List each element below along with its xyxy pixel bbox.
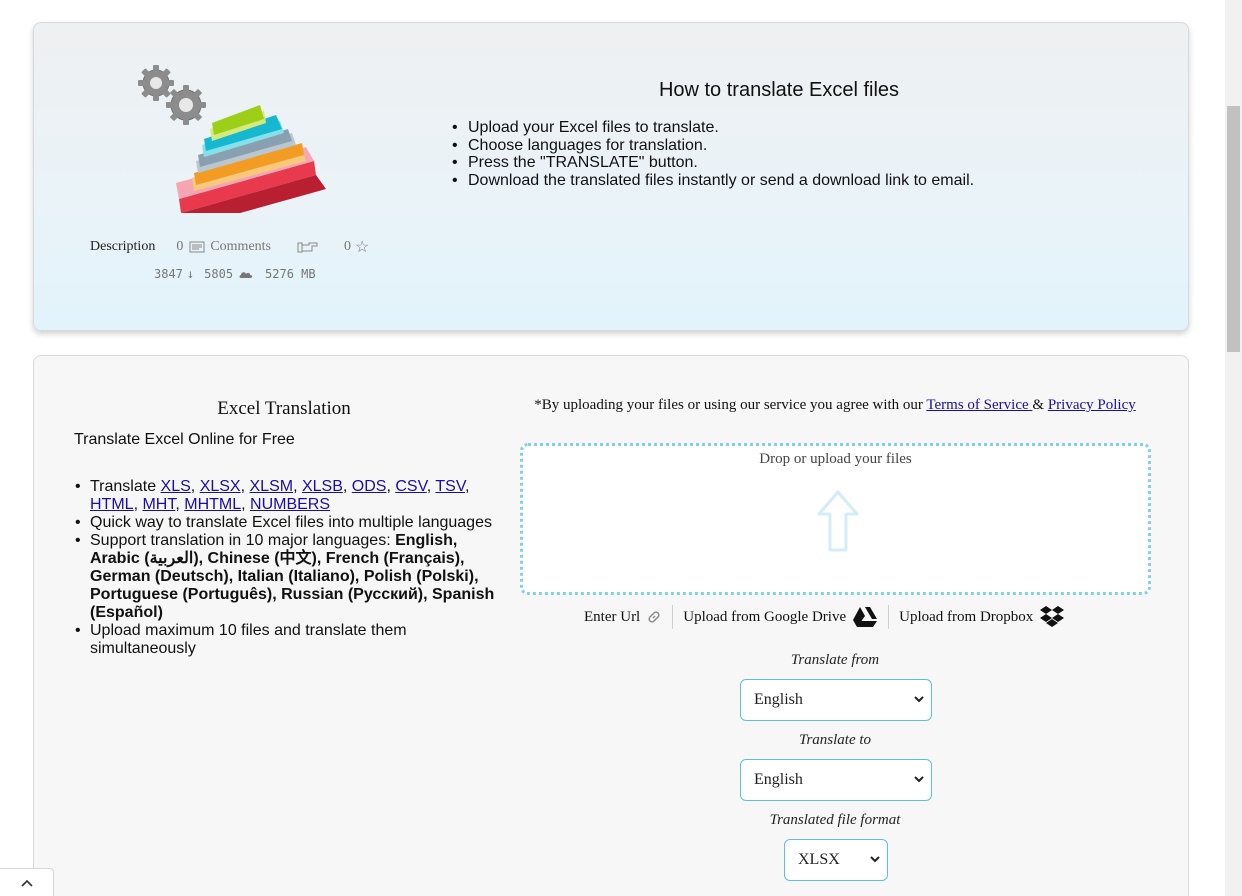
star-icon[interactable]: ☆ [355, 237, 369, 257]
feature-quick: Quick way to translate Excel files into … [74, 514, 499, 532]
format-link-xlsx[interactable]: XLSX [200, 478, 241, 495]
agreement-prefix: *By uploading your files or using our se… [534, 397, 927, 413]
upload-arrow-icon [817, 490, 859, 552]
cloud-icon [239, 271, 253, 278]
app-meta-row: Description 0 Comments 0 ☆ [90, 237, 369, 257]
dropbox-button[interactable]: Upload from Dropbox [889, 605, 1075, 629]
google-drive-icon [853, 607, 878, 627]
chevron-down-icon [870, 856, 880, 863]
how-to-step: Download the translated files instantly … [451, 172, 974, 190]
dropbox-label: Upload from Dropbox [899, 608, 1034, 625]
how-to-step: Upload your Excel files to translate. [451, 119, 974, 137]
translator-card: Excel Translation Translate Excel Online… [33, 355, 1189, 896]
translate-from-value: English [754, 691, 803, 708]
translate-from-label: Translate from [790, 652, 880, 668]
format-link-xlsb[interactable]: XLSB [302, 478, 343, 495]
translate-to-value: English [754, 771, 803, 788]
format-link-mht[interactable]: MHT [142, 496, 175, 513]
privacy-policy-link[interactable]: Privacy Policy [1048, 397, 1136, 413]
agreement-amp: & [1032, 397, 1048, 413]
how-to-card: How to translate Excel files Upload your… [33, 22, 1189, 331]
feature-upload-limit: Upload maximum 10 files and translate th… [74, 622, 499, 658]
file-format-value: XLSX [798, 851, 840, 868]
upload-sources: Enter Url Upload from Google Drive Uploa… [574, 604, 1075, 630]
download-arrow-icon: ↓ [186, 267, 195, 281]
agreement-text: *By uploading your files or using our se… [532, 396, 1138, 414]
translate-from-select[interactable]: English [740, 679, 932, 721]
scrollbar-thumb[interactable] [1227, 106, 1240, 352]
file-format-label: Translated file format [769, 812, 901, 828]
feature-list: Translate XLS, XLSX, XLSM, XLSB, ODS, CS… [74, 478, 499, 658]
terms-of-service-link[interactable]: Terms of Service [926, 397, 1032, 413]
dropzone-label: Drop or upload your files [759, 451, 912, 467]
downloads-count: 3847 [154, 267, 183, 281]
translate-to-label: Translate to [798, 732, 872, 748]
comments-link[interactable]: Comments [210, 239, 271, 255]
comment-icon [189, 241, 205, 253]
google-drive-label: Upload from Google Drive [683, 608, 847, 625]
format-link-csv[interactable]: CSV [395, 478, 426, 495]
scroll-up-tab[interactable] [0, 868, 54, 896]
how-to-step: Choose languages for translation. [451, 137, 974, 155]
description-link[interactable]: Description [90, 239, 155, 255]
app-stats-row: 3847 ↓ 5805 5276 MB [154, 267, 316, 281]
formats-prefix: Translate [90, 478, 161, 495]
tool-subtitle: Translate Excel Online for Free [74, 431, 295, 448]
tool-title: Excel Translation [217, 398, 351, 419]
format-link-ods[interactable]: ODS [352, 478, 387, 495]
feature-languages: Support translation in 10 major language… [74, 532, 499, 622]
chevron-up-icon [20, 879, 33, 887]
uploads-count: 5805 [204, 267, 234, 281]
link-icon [648, 611, 660, 623]
google-drive-button[interactable]: Upload from Google Drive [673, 606, 888, 628]
format-link-xlsm[interactable]: XLSM [250, 478, 294, 495]
enter-url-label: Enter Url [584, 608, 641, 625]
feature-formats: Translate XLS, XLSX, XLSM, XLSB, ODS, CS… [74, 478, 499, 514]
how-to-title: How to translate Excel files [658, 79, 900, 101]
share-hand-icon[interactable] [297, 240, 319, 254]
how-to-steps: Upload your Excel files to translate. Ch… [451, 119, 974, 189]
comments-count: 0 [176, 239, 184, 254]
rating-count: 0 [344, 239, 351, 254]
format-link-xls[interactable]: XLS [161, 478, 191, 495]
excel-pyramid-illustration [138, 65, 326, 213]
enter-url-button[interactable]: Enter Url [574, 609, 672, 626]
translate-to-select[interactable]: English [740, 759, 932, 801]
dropbox-icon [1040, 606, 1065, 627]
how-to-step: Press the "TRANSLATE" button. [451, 154, 974, 172]
total-size: 5276 MB [265, 267, 316, 281]
chevron-down-icon [914, 776, 924, 783]
file-dropzone[interactable]: Drop or upload your files [520, 443, 1151, 595]
format-link-mhtml[interactable]: MHTML [184, 496, 241, 513]
format-link-html[interactable]: HTML [90, 496, 134, 513]
languages-prefix: Support translation in 10 major language… [90, 532, 396, 549]
format-link-numbers[interactable]: NUMBERS [250, 496, 330, 513]
file-format-select[interactable]: XLSX [784, 839, 888, 881]
page-scrollbar[interactable] [1225, 0, 1242, 896]
chevron-down-icon [914, 696, 924, 703]
format-link-tsv[interactable]: TSV [435, 478, 465, 495]
